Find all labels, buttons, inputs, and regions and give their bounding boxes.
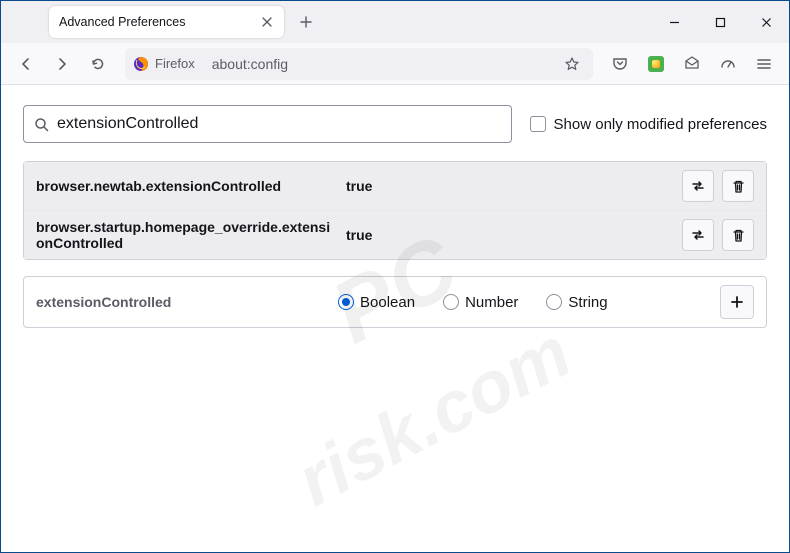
search-box[interactable]: [23, 105, 512, 143]
radio-icon: [443, 294, 459, 310]
toggle-button[interactable]: [682, 219, 714, 251]
forward-button[interactable]: [47, 49, 77, 79]
navbar: Firefox: [1, 43, 789, 85]
reload-button[interactable]: [83, 49, 113, 79]
checkbox-icon[interactable]: [530, 116, 546, 132]
firefox-icon: [133, 56, 149, 72]
mail-icon[interactable]: [677, 49, 707, 79]
new-pref-name: extensionControlled: [36, 294, 338, 310]
radio-label: String: [568, 294, 607, 311]
identity-box[interactable]: Firefox: [133, 56, 204, 72]
new-pref-row: extensionControlled Boolean Number Strin…: [23, 276, 767, 328]
close-tab-icon[interactable]: [260, 15, 274, 29]
pocket-icon[interactable]: [605, 49, 635, 79]
urlbar[interactable]: Firefox: [125, 48, 593, 80]
window-controls: [651, 1, 789, 43]
pref-actions: [682, 219, 754, 251]
identity-label: Firefox: [155, 56, 195, 71]
maximize-button[interactable]: [697, 1, 743, 43]
pref-actions: [682, 170, 754, 202]
bookmark-star-icon[interactable]: [559, 56, 585, 72]
radio-label: Number: [465, 294, 518, 311]
type-radio-group: Boolean Number String: [338, 294, 720, 311]
pref-row[interactable]: browser.startup.homepage_override.extens…: [24, 210, 766, 259]
checkbox-label: Show only modified preferences: [554, 116, 767, 133]
radio-icon: [338, 294, 354, 310]
hamburger-menu-icon[interactable]: [749, 49, 779, 79]
search-icon: [34, 117, 49, 132]
pref-row[interactable]: browser.newtab.extensionControlled true: [24, 162, 766, 210]
delete-button[interactable]: [722, 170, 754, 202]
minimize-button[interactable]: [651, 1, 697, 43]
radio-icon: [546, 294, 562, 310]
pref-name: browser.startup.homepage_override.extens…: [36, 219, 346, 251]
gauge-icon[interactable]: [713, 49, 743, 79]
radio-string[interactable]: String: [546, 294, 607, 311]
search-input[interactable]: [49, 115, 501, 133]
back-button[interactable]: [11, 49, 41, 79]
radio-label: Boolean: [360, 294, 415, 311]
aboutconfig-content: Show only modified preferences browser.n…: [1, 85, 789, 348]
close-window-button[interactable]: [743, 1, 789, 43]
pref-value: true: [346, 227, 682, 243]
url-input[interactable]: [204, 56, 559, 72]
tab-title: Advanced Preferences: [59, 15, 185, 29]
radio-boolean[interactable]: Boolean: [338, 294, 415, 311]
search-row: Show only modified preferences: [23, 105, 767, 143]
toggle-button[interactable]: [682, 170, 714, 202]
titlebar: Advanced Preferences: [1, 1, 789, 43]
extension-icon[interactable]: [641, 49, 671, 79]
add-pref-button[interactable]: [720, 285, 754, 319]
pref-name: browser.newtab.extensionControlled: [36, 178, 346, 194]
radio-number[interactable]: Number: [443, 294, 518, 311]
show-modified-checkbox-row[interactable]: Show only modified preferences: [530, 116, 767, 133]
pref-value: true: [346, 178, 682, 194]
new-tab-button[interactable]: [292, 8, 320, 36]
delete-button[interactable]: [722, 219, 754, 251]
browser-tab[interactable]: Advanced Preferences: [49, 6, 284, 38]
pref-table: browser.newtab.extensionControlled true …: [23, 161, 767, 260]
